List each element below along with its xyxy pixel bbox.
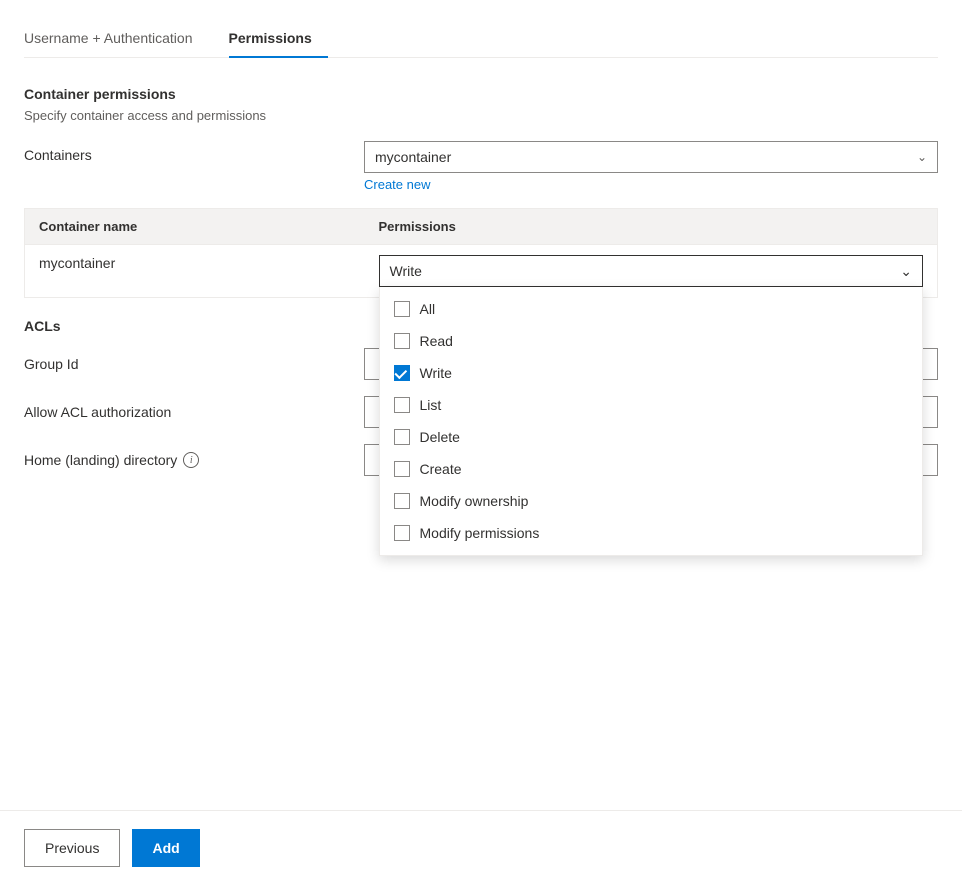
permissions-chevron-icon: ⌄ xyxy=(900,263,912,280)
home-directory-info-icon: i xyxy=(183,452,199,468)
group-id-label: Group Id xyxy=(24,356,364,372)
perm-option-list[interactable]: List xyxy=(380,389,923,421)
containers-label: Containers xyxy=(24,141,364,163)
containers-dropdown[interactable]: mycontainer ⌄ xyxy=(364,141,938,173)
perm-option-create[interactable]: Create xyxy=(380,453,923,485)
create-new-link[interactable]: Create new xyxy=(364,177,430,192)
permissions-dropdown-list: All Read Write xyxy=(379,287,924,556)
perm-checkbox-modify-ownership[interactable] xyxy=(394,493,410,509)
containers-row: Containers mycontainer ⌄ Create new xyxy=(24,141,938,192)
permissions-dropdown-trigger[interactable]: Write ⌄ xyxy=(379,255,924,287)
perm-option-delete[interactable]: Delete xyxy=(380,421,923,453)
perm-option-all[interactable]: All xyxy=(380,293,923,325)
containers-control: mycontainer ⌄ Create new xyxy=(364,141,938,192)
perm-option-modify-ownership[interactable]: Modify ownership xyxy=(380,485,923,517)
perm-checkbox-list[interactable] xyxy=(394,397,410,413)
col-container-name: Container name xyxy=(25,209,365,245)
footer: Previous Add xyxy=(0,810,962,885)
perm-checkbox-modify-permissions[interactable] xyxy=(394,525,410,541)
perm-option-read[interactable]: Read xyxy=(380,325,923,357)
permissions-dropdown-wrapper: Write ⌄ All Read xyxy=(379,255,924,287)
tab-bar: Username + Authentication Permissions xyxy=(24,20,938,58)
perm-checkbox-all[interactable] xyxy=(394,301,410,317)
perm-checkbox-write[interactable] xyxy=(394,365,410,381)
section-title: Container permissions xyxy=(24,86,938,102)
allow-acl-label: Allow ACL authorization xyxy=(24,404,364,420)
previous-button[interactable]: Previous xyxy=(24,829,120,867)
add-button[interactable]: Add xyxy=(132,829,199,867)
perm-checkbox-delete[interactable] xyxy=(394,429,410,445)
col-permissions: Permissions xyxy=(365,209,938,245)
perm-option-modify-permissions[interactable]: Modify permissions xyxy=(380,517,923,549)
container-name-cell: mycontainer xyxy=(25,245,365,298)
home-directory-label: Home (landing) directory i xyxy=(24,452,364,468)
perm-checkbox-create[interactable] xyxy=(394,461,410,477)
perm-checkbox-read[interactable] xyxy=(394,333,410,349)
tab-permissions[interactable]: Permissions xyxy=(229,20,328,58)
permissions-table: Container name Permissions mycontainer W… xyxy=(24,208,938,298)
containers-chevron-icon: ⌄ xyxy=(917,150,927,164)
permissions-cell: Write ⌄ All Read xyxy=(365,245,938,298)
tab-auth[interactable]: Username + Authentication xyxy=(24,20,209,58)
section-description: Specify container access and permissions xyxy=(24,108,938,123)
perm-option-write[interactable]: Write xyxy=(380,357,923,389)
table-row: mycontainer Write ⌄ All xyxy=(25,245,938,298)
